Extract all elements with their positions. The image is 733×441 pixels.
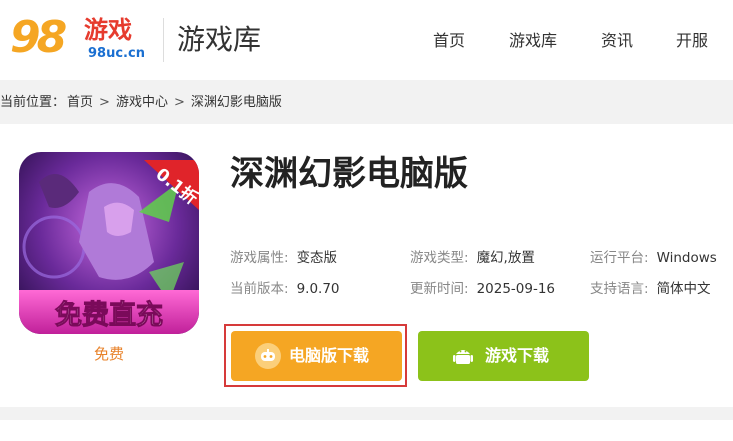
icon-banner-text: 免费直充: [55, 299, 163, 331]
game-download-label: 游戏下载: [485, 346, 550, 365]
attr-update-time: 更新时间: 2025-09-16: [410, 279, 555, 299]
site-header: 98 游戏 98uc.cn 游戏库 首页 游戏库 资讯 开服: [0, 0, 733, 80]
breadcrumb-prefix: 当前位置：: [0, 95, 66, 110]
nav-item-home[interactable]: 首页: [433, 30, 465, 52]
game-download-button[interactable]: 游戏下载: [418, 331, 589, 381]
attr-platform: 运行平台: Windows: [590, 248, 717, 268]
main-nav: 首页 游戏库 资讯 开服: [0, 30, 733, 52]
game-art: 0.1折 免费直充: [19, 152, 199, 334]
attr-label: 游戏属性:: [230, 250, 289, 266]
attr-value: 2025-09-16: [476, 281, 556, 297]
game-title: 深渊幻影电脑版: [230, 154, 468, 194]
attr-label: 运行平台:: [590, 250, 649, 266]
price-label: 免费: [93, 345, 124, 363]
breadcrumb-item-game-center[interactable]: 游戏中心: [116, 94, 168, 112]
breadcrumb-item-home[interactable]: 首页: [67, 94, 93, 112]
nav-item-server[interactable]: 开服: [676, 30, 708, 52]
attr-value: Windows: [656, 250, 717, 266]
attr-value: 简体中文: [656, 281, 711, 297]
attr-value: 魔幻,放置: [476, 250, 535, 266]
attr-property: 游戏属性: 变态版: [230, 248, 337, 268]
game-attributes: 游戏属性: 变态版 游戏类型: 魔幻,放置 运行平台: Windows 当前版本: 9.…: [230, 248, 733, 298]
attr-value: 变态版: [296, 250, 338, 266]
game-icon-image: 0.1折 免费直充: [19, 152, 199, 334]
next-section: [0, 420, 733, 441]
attr-value: 9.0.70: [296, 281, 340, 297]
attr-label: 当前版本:: [230, 281, 289, 297]
breadcrumb-separator: >: [173, 95, 185, 110]
attr-label: 游戏类型:: [410, 250, 469, 266]
nav-item-game-library[interactable]: 游戏库: [509, 30, 557, 52]
attr-label: 支持语言:: [590, 281, 649, 297]
breadcrumb: 当前位置： 首页 > 游戏中心 > 深渊幻影电脑版: [0, 94, 282, 112]
attr-version: 当前版本: 9.0.70: [230, 279, 340, 299]
breadcrumb-separator: >: [99, 95, 110, 110]
android-icon: [450, 343, 476, 369]
nav-item-news[interactable]: 资讯: [601, 30, 633, 52]
attr-label: 更新时间:: [410, 281, 469, 297]
highlight-box: [224, 324, 407, 387]
breadcrumb-item-current: 深渊幻影电脑版: [190, 95, 282, 110]
attr-language: 支持语言: 简体中文: [590, 279, 711, 299]
attr-genre: 游戏类型: 魔幻,放置: [410, 248, 535, 268]
